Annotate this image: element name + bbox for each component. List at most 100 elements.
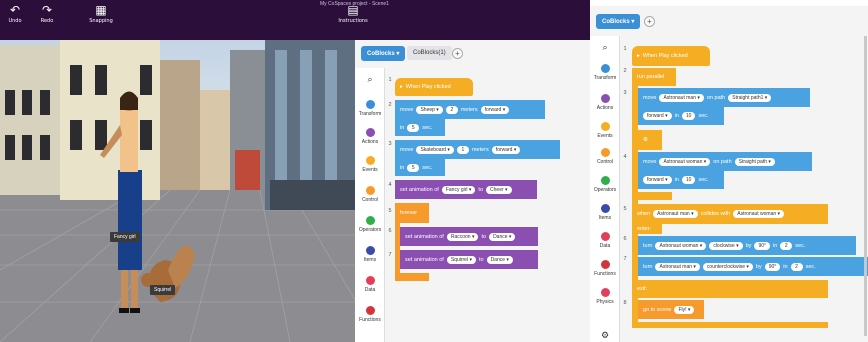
actions-icon (600, 94, 610, 103)
scene-viewport[interactable]: Fancy girl Squirrel (0, 40, 355, 342)
events-icon (600, 122, 610, 131)
gear-icon[interactable]: ⚙ (590, 330, 620, 341)
redo-button[interactable]: ↷ Redo (36, 3, 58, 24)
category-events[interactable]: Events (590, 122, 620, 139)
run-parallel-block[interactable]: run parallel (632, 68, 676, 86)
category-items[interactable]: Items (590, 204, 620, 221)
object-dropdown[interactable]: Sheep ▾ (416, 105, 443, 114)
category-actions[interactable]: Actions (590, 94, 620, 111)
tab-coblocks[interactable]: CoBlocks ▾ (361, 46, 406, 61)
tab-coblocks[interactable]: CoBlocks ▾ (596, 14, 641, 29)
object-dropdown[interactable]: Astronaut man ▾ (653, 210, 698, 218)
object-dropdown[interactable]: Astronaut woman ▾ (659, 157, 711, 166)
move-block-duration[interactable]: forward ▾ in 10 sec. (638, 171, 724, 189)
turn-block[interactable]: turn Astronaut woman ▾ clockwise ▾ by 90° in 2… (638, 236, 856, 255)
label-squirrel[interactable]: Squirrel (150, 285, 176, 295)
direction-dropdown[interactable]: forward ▾ (643, 176, 672, 184)
time-input[interactable]: 10 (681, 176, 696, 184)
rotation-dropdown[interactable]: counterclockwise ▾ (702, 262, 753, 271)
add-tab-button[interactable]: + (644, 16, 655, 27)
degree-input[interactable]: 90° (754, 241, 770, 250)
search-icon[interactable]: ⌕ (590, 42, 620, 53)
time-input[interactable]: 2 (790, 262, 803, 271)
category-functions[interactable]: Functions (355, 306, 385, 323)
object-dropdown[interactable]: Astronaut woman ▾ (655, 241, 707, 250)
path-dropdown[interactable]: Straight path1 ▾ (728, 93, 772, 102)
line-number: 2 (623, 68, 627, 74)
category-transform[interactable]: Transform (355, 100, 385, 117)
line-number: 7 (388, 252, 392, 258)
move-on-path-block[interactable]: move Astronaut woman ▾ on path Straight pat… (638, 152, 812, 171)
degree-input[interactable]: 90° (764, 262, 781, 271)
category-data[interactable]: Data (355, 276, 385, 293)
move-block[interactable]: move Skateboard ▾ 1 meters forward ▾ (395, 140, 560, 159)
category-data[interactable]: Data (590, 232, 620, 249)
move-on-path-block[interactable]: move Astronaut man ▾ on path Straight path1… (638, 88, 810, 107)
snapping-button[interactable]: ▦ Snapping (86, 3, 116, 24)
set-animation-block[interactable]: set animation of Fancy girl ▾ to Cheer ▾ (395, 180, 537, 199)
category-operators[interactable]: Operators (590, 176, 620, 193)
category-functions[interactable]: Functions (590, 260, 620, 277)
transform-icon (600, 64, 610, 73)
category-transform[interactable]: Transform (590, 64, 620, 81)
category-actions[interactable]: Actions (355, 128, 385, 145)
search-icon[interactable]: ⌕ (355, 74, 385, 85)
operators-icon (600, 176, 610, 185)
object-dropdown[interactable]: Astronaut man ▾ (659, 93, 704, 102)
object-dropdown[interactable]: Astronaut man ▾ (655, 262, 700, 271)
line-number: 1 (388, 77, 392, 83)
scrollbar[interactable] (864, 36, 867, 336)
move-block-duration[interactable]: in 5 sec. (395, 119, 445, 136)
category-physics[interactable]: Physics (590, 288, 620, 305)
instructions-button[interactable]: ▤ Instructions (335, 3, 371, 24)
time-input[interactable]: 5 (407, 123, 420, 132)
top-toolbar: My CoSpaces project - Scene1 ↶ Undo ↷ Redo… (0, 0, 590, 40)
add-tab-button[interactable]: + (452, 48, 463, 59)
rotation-dropdown[interactable]: clockwise ▾ (709, 241, 743, 250)
animation-dropdown[interactable]: Cheer ▾ (486, 185, 512, 194)
functions-icon (365, 306, 375, 315)
physics-icon (600, 288, 610, 297)
category-items[interactable]: Items (355, 246, 385, 263)
time-input[interactable]: 2 (780, 241, 793, 250)
set-animation-block[interactable]: set animation of Squirrel ▾ to Dance ▾ (400, 250, 538, 269)
number-input[interactable]: 1 (456, 145, 469, 154)
object-dropdown[interactable]: Skateboard ▾ (416, 145, 454, 154)
undo-icon: ↶ (9, 3, 21, 17)
turn-block[interactable]: turn Astronaut man ▾ counterclockwise ▾ by 9… (638, 257, 868, 276)
go-to-scene-block[interactable]: go to scene Fly! ▾ (638, 300, 704, 319)
when-collides-block[interactable]: when Astronaut man ▾ collides with Astronau… (632, 204, 828, 224)
object-dropdown[interactable]: Squirrel ▾ (446, 255, 476, 264)
animation-dropdown[interactable]: Dance ▾ (489, 232, 516, 241)
direction-dropdown[interactable]: forward ▾ (480, 105, 510, 114)
category-operators[interactable]: Operators (355, 216, 385, 233)
time-input[interactable]: 5 (407, 163, 420, 172)
forever-block[interactable]: forever (395, 203, 429, 223)
set-animation-block[interactable]: set animation of Raccoon ▾ to Dance ▾ (400, 227, 538, 246)
direction-dropdown[interactable]: forward ▾ (643, 112, 672, 120)
line-number: 8 (623, 300, 627, 306)
path-dropdown[interactable]: Straight path ▾ (734, 157, 775, 166)
move-block-duration[interactable]: forward ▾ in 10 sec. (638, 107, 724, 125)
when-play-block[interactable]: ▸ When Play clicked (632, 46, 710, 66)
undo-button[interactable]: ↶ Undo (4, 3, 26, 24)
object-dropdown[interactable]: Astronaut woman ▾ (733, 210, 785, 218)
line-number: 6 (388, 228, 392, 234)
move-block[interactable]: move Sheep ▾ 2 meters forward ▾ (395, 100, 545, 119)
tab-coblocks-1[interactable]: CoBlocks(1) (407, 46, 452, 60)
time-input[interactable]: 10 (681, 112, 696, 120)
direction-dropdown[interactable]: forward ▾ (491, 145, 521, 154)
animation-dropdown[interactable]: Dance ▾ (486, 255, 513, 264)
move-block-duration[interactable]: in 5 sec. (395, 159, 445, 176)
category-control[interactable]: Control (590, 148, 620, 165)
when-play-block[interactable]: ▸ When Play clicked (395, 78, 473, 96)
scene-dropdown[interactable]: Fly! ▾ (674, 305, 695, 314)
category-control[interactable]: Control (355, 186, 385, 203)
data-icon (365, 276, 375, 285)
object-dropdown[interactable]: Fancy girl ▾ (441, 185, 476, 194)
label-fancy-girl[interactable]: Fancy girl (110, 232, 140, 242)
category-events[interactable]: Events (355, 156, 385, 173)
object-dropdown[interactable]: Raccoon ▾ (446, 232, 479, 241)
number-input[interactable]: 2 (445, 105, 458, 114)
parallel-branch[interactable]: ⚙ (638, 130, 662, 150)
